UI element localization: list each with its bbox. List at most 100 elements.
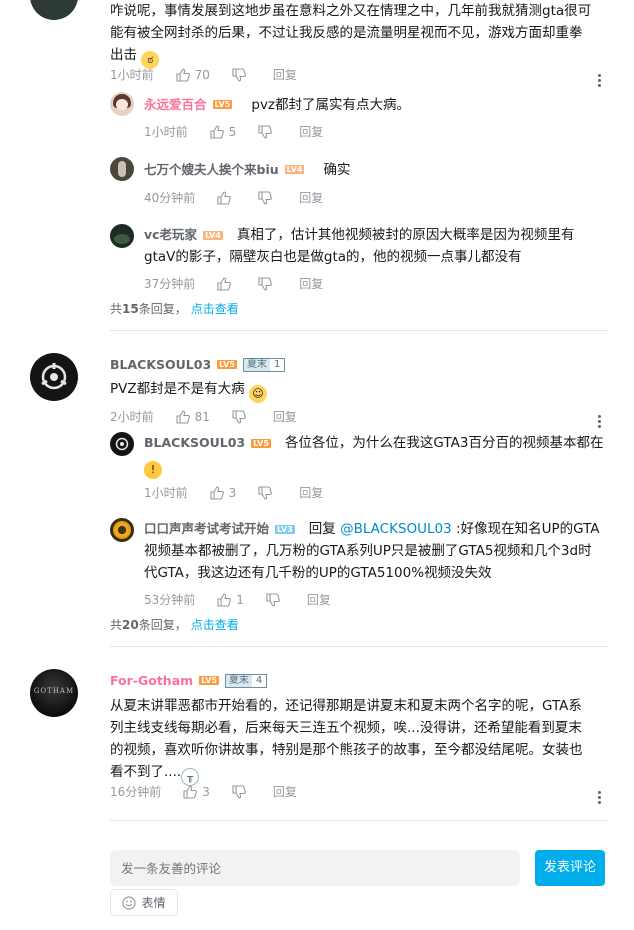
reply-body: vc老玩家 LV4 真相了，估计其他视频被封的原因大概率是因为视频里有 gtaV的影… — [144, 224, 604, 268]
fan-badge-level: 1 — [269, 358, 285, 371]
reply-meta: 53分钟前 1 回复 — [144, 591, 353, 608]
reply-header: 永远爱百合 LV5 pvz都封了属实有点大病。 — [144, 94, 410, 116]
thumb-up-icon — [217, 592, 232, 607]
thumb-down-icon — [232, 409, 246, 424]
comment-header: BLACKSOUL03 LV5 夏末 1 — [110, 356, 286, 373]
reply-body: BLACKSOUL03 LV5 各位各位，为什么在我这GTA3百分百的视频基本都在 … — [144, 432, 610, 479]
username[interactable]: 口口声声考试考试开始 — [144, 521, 269, 536]
timestamp: 16分钟前 — [110, 785, 162, 799]
thumb-up-icon — [210, 124, 224, 139]
avatar[interactable] — [30, 0, 78, 20]
more-options-icon[interactable] — [598, 415, 602, 430]
fan-badge[interactable]: 夏末 4 — [224, 673, 268, 688]
reply-button[interactable]: 回复 — [299, 123, 323, 140]
reply-button[interactable]: 回复 — [273, 783, 297, 800]
reply-count: 20 — [122, 618, 139, 632]
reply-button[interactable]: 回复 — [299, 484, 323, 501]
reply-header: 口口声声考试考试开始 LV3 回复 @BLACKSOUL03 :好像现在知名UP的G… — [144, 518, 610, 540]
avatar[interactable] — [110, 432, 134, 456]
emoji-laugh-icon: ☺ — [248, 385, 267, 403]
dislike-button[interactable] — [232, 409, 251, 424]
reply-header: 七万个嫂夫人挨个来biu LV4 确实 — [144, 159, 351, 181]
username[interactable]: 七万个嫂夫人挨个来biu — [144, 162, 279, 177]
like-button[interactable]: 1 — [217, 593, 244, 607]
reply-button[interactable]: 回复 — [273, 66, 297, 83]
thumb-up-icon — [210, 485, 224, 500]
username[interactable]: For-Gotham — [110, 673, 193, 688]
reply-button[interactable]: 回复 — [299, 275, 323, 292]
divider — [110, 820, 608, 821]
comment-text: PVZ都封是不是有大病 ☺ — [110, 378, 267, 403]
more-options-icon[interactable] — [598, 74, 602, 89]
thumb-up-icon — [176, 67, 190, 82]
like-button[interactable]: 5 — [210, 124, 237, 139]
view-replies-link[interactable]: 点击查看 — [191, 302, 239, 316]
comment-line: 的视频，喜欢听你讲故事，特别是那个熊孩子的故事，至今都没结尾呢。女装也 — [110, 742, 583, 758]
more-options-icon[interactable] — [598, 791, 602, 806]
timestamp: 2小时前 — [110, 410, 154, 424]
timestamp: 1小时前 — [144, 486, 188, 500]
reply-text: pvz都封了属实有点大病。 — [251, 97, 411, 113]
dislike-button[interactable] — [232, 67, 251, 82]
like-button[interactable]: 81 — [176, 410, 210, 424]
reply-prefix: 回复 — [308, 521, 336, 537]
reply-header: BLACKSOUL03 LV5 各位各位，为什么在我这GTA3百分百的视频基本都在 — [144, 432, 610, 454]
level-badge: LV3 — [275, 524, 295, 534]
avatar[interactable]: GOTHAM — [30, 669, 78, 717]
mention-link[interactable]: @BLACKSOUL03 — [340, 521, 452, 537]
dislike-button[interactable] — [258, 124, 277, 139]
avatar[interactable] — [30, 353, 78, 401]
comment-line-text: 看不到了.... — [110, 764, 182, 780]
username[interactable]: BLACKSOUL03 — [110, 357, 211, 372]
fan-badge-label: 夏末 — [243, 358, 270, 371]
like-button[interactable]: 3 — [210, 485, 236, 500]
reply-button[interactable]: 回复 — [307, 591, 331, 608]
like-count: 1 — [236, 592, 244, 607]
fan-badge-label: 夏末 — [225, 674, 252, 687]
divider — [110, 330, 608, 331]
like-button[interactable]: 70 — [176, 68, 210, 82]
like-button[interactable] — [217, 190, 236, 205]
summary-text: 条回复， — [138, 618, 187, 632]
comment-input[interactable] — [110, 850, 520, 886]
username[interactable]: BLACKSOUL03 — [144, 435, 245, 450]
fan-badge[interactable]: 夏末 1 — [242, 357, 286, 372]
level-badge: LV5 — [199, 676, 219, 685]
reply-text: 视频基本都被删了，几万粉的GTA系列UP只是被删了GTA5视频和几个3d时 — [144, 543, 592, 559]
level-badge: LV4 — [203, 230, 223, 240]
submit-comment-button[interactable]: 发表评论 — [535, 850, 605, 886]
like-button[interactable]: 3 — [183, 785, 210, 799]
timestamp: 53分钟前 — [144, 593, 196, 607]
timestamp: 1小时前 — [110, 68, 154, 82]
dislike-button[interactable] — [258, 276, 277, 291]
view-replies-link[interactable]: 点击查看 — [191, 618, 239, 632]
emoji-button-label: 表情 — [141, 896, 166, 910]
reply-header: vc老玩家 LV4 真相了，估计其他视频被封的原因大概率是因为视频里有 — [144, 224, 604, 246]
reply-button[interactable]: 回复 — [299, 189, 323, 206]
like-count: 5 — [228, 124, 237, 139]
dislike-button[interactable] — [258, 190, 277, 205]
dislike-button[interactable] — [266, 592, 285, 607]
reply-meta: 1小时前 5 回复 — [144, 123, 345, 140]
avatar[interactable] — [110, 92, 134, 116]
like-button[interactable] — [217, 276, 236, 291]
username[interactable]: 永远爱百合 — [144, 97, 207, 112]
dislike-button[interactable] — [232, 784, 251, 799]
level-badge: LV5 — [212, 100, 233, 109]
smiley-icon — [122, 895, 137, 910]
thumb-down-icon — [258, 190, 273, 205]
emoji-shocked-icon: ! — [144, 461, 162, 479]
scp-logo-icon — [41, 363, 67, 390]
avatar[interactable] — [110, 224, 134, 248]
avatar[interactable] — [110, 157, 134, 181]
avatar[interactable] — [110, 518, 134, 542]
emoji-button[interactable]: 表情 — [110, 889, 178, 916]
reply-button[interactable]: 回复 — [273, 408, 297, 425]
comment-text: 咋说呢，事情发展到这地步虽在意料之外又在情理之中，几年前我就猜测gta很可 能有… — [110, 0, 610, 69]
dislike-button[interactable] — [258, 485, 277, 500]
username[interactable]: vc老玩家 — [144, 227, 197, 242]
reply-text: 真相了，估计其他视频被封的原因大概率是因为视频里有 — [236, 227, 575, 243]
thumb-up-icon — [217, 276, 232, 291]
comment-text: 从夏末讲罪恶都市开始看的，还记得那期是讲夏末和夏末两个名字的呢，GTA系 列主线… — [110, 695, 610, 786]
reply-body: 口口声声考试考试开始 LV3 回复 @BLACKSOUL03 :好像现在知名UP的G… — [144, 518, 610, 584]
